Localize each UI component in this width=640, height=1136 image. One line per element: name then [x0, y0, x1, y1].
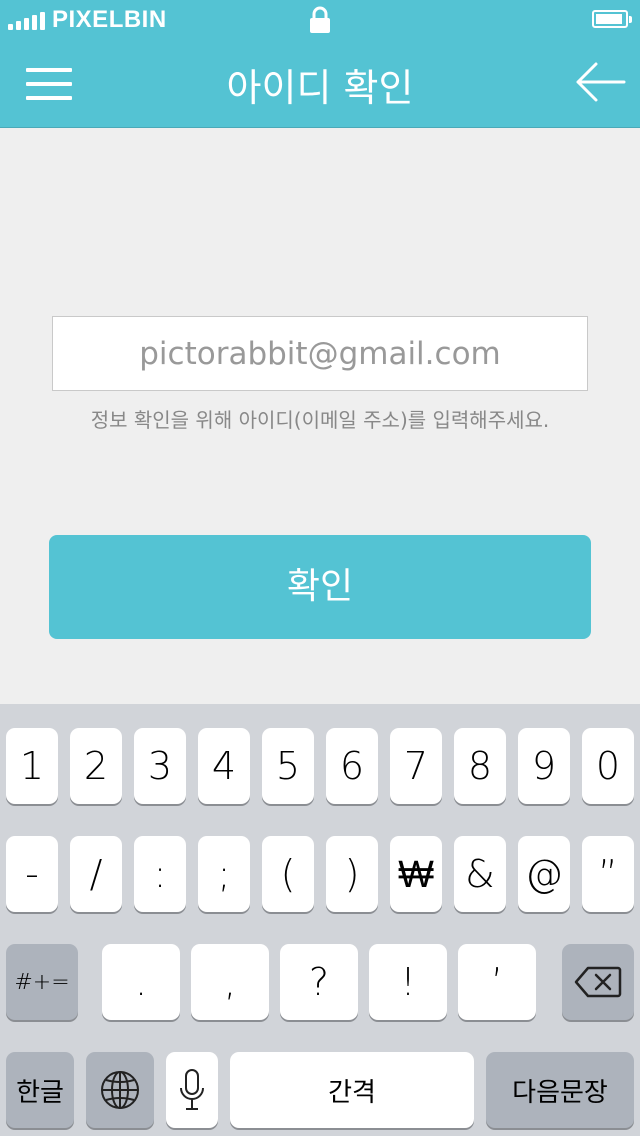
lock-icon — [310, 6, 330, 33]
key-hyphen[interactable]: - — [6, 836, 58, 912]
key-period[interactable]: . — [102, 944, 180, 1020]
confirm-button[interactable]: 확인 — [49, 535, 591, 639]
key-colon[interactable]: : — [134, 836, 186, 912]
key-close-paren[interactable]: ) — [326, 836, 378, 912]
key-comma[interactable]: , — [191, 944, 269, 1020]
key-1[interactable]: 1 — [6, 728, 58, 804]
signal-icon — [8, 12, 45, 30]
microphone-key[interactable] — [166, 1052, 218, 1128]
battery-icon — [592, 10, 632, 28]
language-key[interactable]: 한글 — [6, 1052, 74, 1128]
email-input[interactable] — [52, 316, 588, 391]
key-semicolon[interactable]: ; — [198, 836, 250, 912]
key-7[interactable]: 7 — [390, 728, 442, 804]
key-open-paren[interactable]: ( — [262, 836, 314, 912]
next-sentence-key[interactable]: 다음문장 — [486, 1052, 634, 1128]
key-3[interactable]: 3 — [134, 728, 186, 804]
globe-icon — [101, 1071, 139, 1109]
key-4[interactable]: 4 — [198, 728, 250, 804]
carrier-name: PIXELBIN — [52, 6, 167, 33]
space-key[interactable]: 간격 — [230, 1052, 474, 1128]
key-8[interactable]: 8 — [454, 728, 506, 804]
hamburger-menu-icon — [26, 68, 72, 72]
key-5[interactable]: 5 — [262, 728, 314, 804]
key-ampersand[interactable]: & — [454, 836, 506, 912]
key-0[interactable]: 0 — [582, 728, 634, 804]
key-slash[interactable]: / — [70, 836, 122, 912]
key-2[interactable]: 2 — [70, 728, 122, 804]
back-arrow-icon[interactable] — [572, 60, 628, 104]
microphone-icon — [180, 1069, 204, 1110]
globe-key[interactable] — [86, 1052, 154, 1128]
backspace-icon — [574, 966, 622, 998]
key-9[interactable]: 9 — [518, 728, 570, 804]
key-question[interactable]: ? — [280, 944, 358, 1020]
key-quote[interactable]: ” — [582, 836, 634, 912]
key-at[interactable]: @ — [518, 836, 570, 912]
delete-key[interactable] — [562, 944, 634, 1020]
key-apostrophe[interactable]: ’ — [458, 944, 536, 1020]
key-won[interactable]: ₩ — [390, 836, 442, 912]
menu-button[interactable] — [26, 66, 74, 102]
key-6[interactable]: 6 — [326, 728, 378, 804]
status-bar: PIXELBIN — [0, 0, 640, 40]
key-symbols-toggle[interactable]: #+= — [6, 944, 78, 1020]
key-exclamation[interactable]: ! — [369, 944, 447, 1020]
app-header: PIXELBIN 아이디 확인 — [0, 0, 640, 128]
keyboard: 1 2 3 4 5 6 7 8 9 0 - / : ; ( ) ₩ & @ ” … — [0, 704, 640, 1136]
page-title: 아이디 확인 — [226, 66, 414, 110]
email-hint-text: 정보 확인을 위해 아이디(이메일 주소)를 입력해주세요. — [90, 408, 550, 432]
